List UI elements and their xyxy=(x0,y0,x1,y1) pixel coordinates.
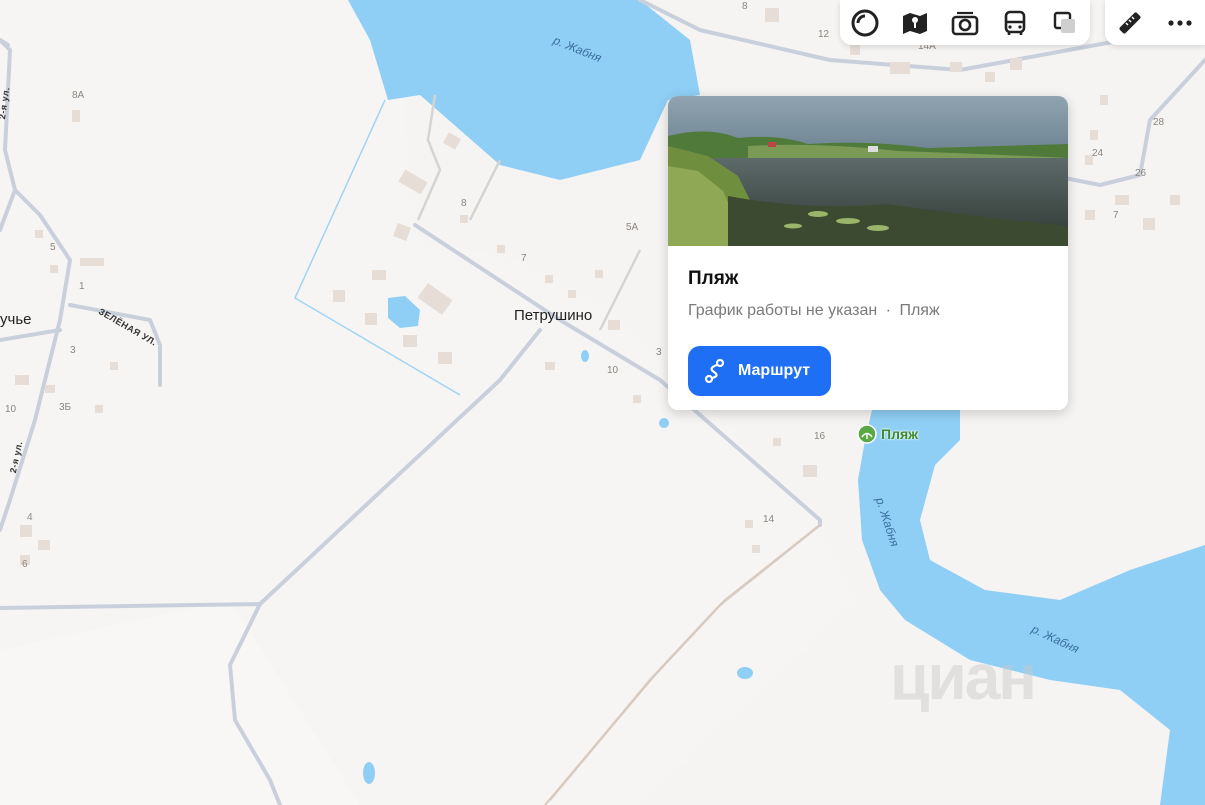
house-number: 3 xyxy=(656,347,662,358)
layers-button[interactable] xyxy=(840,0,890,45)
panorama-button[interactable] xyxy=(940,0,990,45)
house-number: 14 xyxy=(763,514,775,525)
map-style-icon xyxy=(1053,11,1075,33)
route-button[interactable]: Маршрут xyxy=(688,346,831,396)
watermark: циан xyxy=(890,640,1037,714)
house-number: 7 xyxy=(1113,210,1119,221)
house-number: 10 xyxy=(607,365,619,376)
transport-button[interactable] xyxy=(990,0,1040,45)
place-title: Пляж xyxy=(688,268,739,289)
house-number: 5 xyxy=(50,242,56,253)
map-style-button[interactable] xyxy=(1040,0,1090,45)
place-photo[interactable] xyxy=(668,96,1068,246)
map-guide-button[interactable] xyxy=(890,0,940,45)
house-number: 8 xyxy=(742,1,748,12)
map-controls-toolbar xyxy=(840,0,1090,45)
route-icon xyxy=(704,358,725,384)
house-number: 24 xyxy=(1092,148,1104,159)
panorama-camera-icon xyxy=(951,11,979,35)
watermark-text: циан xyxy=(890,641,1037,713)
house-number: 8 xyxy=(461,198,467,209)
village-label-partial[interactable]: учье xyxy=(0,311,31,328)
house-number: 10 xyxy=(5,404,17,415)
house-number: 28 xyxy=(1153,117,1165,128)
more-button[interactable] xyxy=(1155,0,1205,45)
place-subtitle: График работы не указан · Пляж xyxy=(688,302,940,320)
working-hours: График работы не указан xyxy=(688,302,878,319)
house-number: 7 xyxy=(521,253,527,264)
house-number: 3Б xyxy=(59,402,72,413)
house-number: 26 xyxy=(1135,168,1147,179)
map-guide-icon xyxy=(903,12,927,34)
poi-label: Пляж xyxy=(881,426,919,442)
place-card[interactable]: Пляж График работы не указан · Пляж Марш… xyxy=(668,96,1068,410)
more-icon xyxy=(1168,19,1192,26)
house-number: 1 xyxy=(79,281,85,292)
house-number: 3 xyxy=(70,345,76,356)
route-button-label: Маршрут xyxy=(738,362,811,379)
village-label[interactable]: Петрушино xyxy=(514,307,592,324)
ruler-button[interactable] xyxy=(1105,0,1155,45)
house-number: 5А xyxy=(626,222,639,233)
house-number: 4 xyxy=(27,512,33,523)
place-category: Пляж xyxy=(899,302,940,319)
house-number: 16 xyxy=(814,431,826,442)
separator-dot: · xyxy=(885,302,891,319)
beach-poi[interactable]: Пляж xyxy=(857,424,918,444)
layers-icon xyxy=(851,9,879,36)
beach-icon xyxy=(857,424,877,444)
house-number: 8А xyxy=(72,90,85,101)
house-number: 12 xyxy=(818,29,830,40)
map-tools-toolbar xyxy=(1105,0,1205,45)
house-number: 6 xyxy=(22,559,28,570)
ruler-icon xyxy=(1119,12,1141,33)
transport-bus-icon xyxy=(1004,10,1026,35)
